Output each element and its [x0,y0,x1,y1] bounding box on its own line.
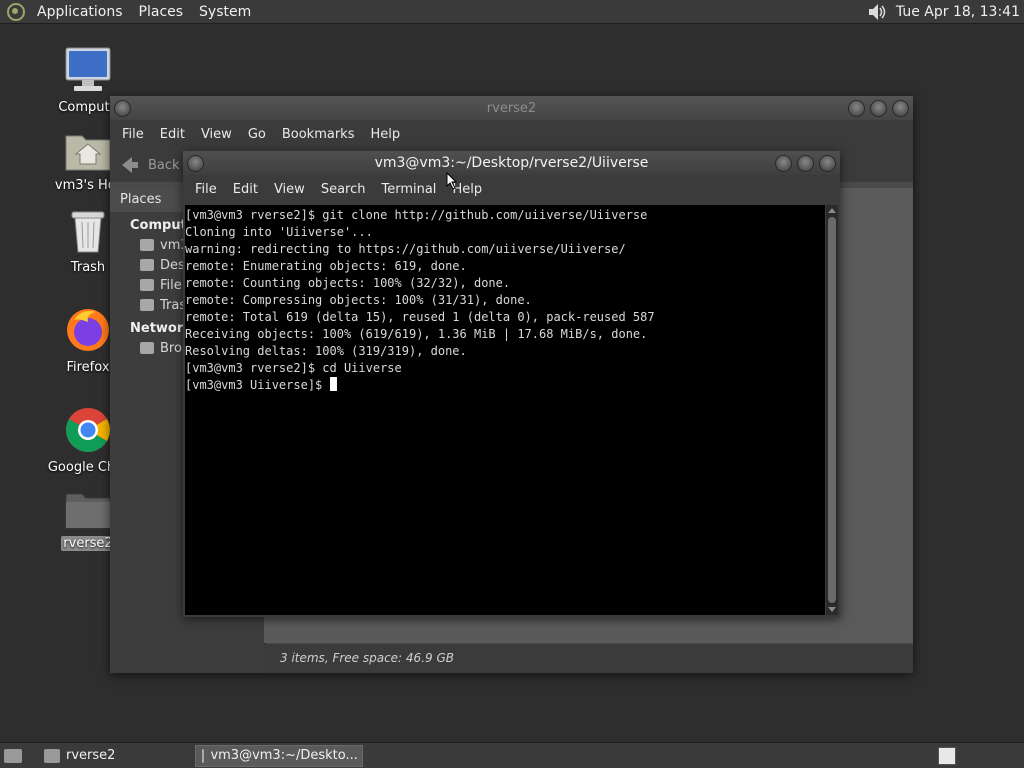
terminal-titlebar[interactable]: vm3@vm3:~/Desktop/rverse2/Uiiverse [183,151,840,175]
window-menu-button[interactable] [114,100,131,117]
terminal-line: remote: Counting objects: 100% (32/32), … [185,276,511,290]
desktop-icon-label: rverse2 [61,536,115,551]
panel-tray: Tue Apr 18, 13:41 [866,0,1024,24]
menu-system[interactable]: System [191,0,259,24]
maximize-button[interactable] [870,100,887,117]
speaker-icon[interactable] [866,1,888,23]
taskbar-item-terminal[interactable]: vm3@vm3:~/Deskto... [195,744,364,767]
scroll-up-arrow-icon[interactable] [828,208,836,213]
mouse-pointer-icon [446,172,458,190]
menu-terminal[interactable]: Terminal [373,182,444,197]
show-desktop-icon [4,748,22,763]
taskbar-item-rverse2[interactable]: rverse2 [38,745,121,767]
home-icon [140,239,154,251]
desktop-icon-label: Trash [70,260,106,275]
main-menu: Applications Places System [0,0,259,24]
terminal-line: Cloning into 'Uiiverse'... [185,225,373,239]
minimize-button[interactable] [848,100,865,117]
menu-view[interactable]: View [266,182,313,197]
scrollbar-thumb[interactable] [828,217,836,603]
desktop-icon-label: Firefox [66,360,110,375]
terminal-prompt-line: [vm3@vm3 Uiiverse]$ [185,377,825,394]
file-manager-menubar: File Edit View Go Bookmarks Help [110,120,913,148]
terminal-line: Resolving deltas: 100% (319/319), done. [185,344,467,358]
drive-icon [140,279,154,291]
folder-icon [44,748,60,763]
bottom-panel: rverse2 vm3@vm3:~/Deskto... [0,742,1024,768]
scroll-down-arrow-icon[interactable] [828,607,836,612]
taskbar-item-label: vm3@vm3:~/Deskto... [210,748,358,763]
status-bar: 3 items, Free space: 46.9 GB [264,644,913,673]
top-panel: Applications Places System Tue Apr 18, 1… [0,0,1024,24]
menu-file[interactable]: File [187,182,225,197]
trash-icon [140,299,154,311]
menu-search[interactable]: Search [313,182,374,197]
window-menu-button[interactable] [187,155,204,172]
terminal-prompt: [vm3@vm3 Uiiverse]$ [185,378,330,392]
back-label: Back [148,157,180,173]
computer-icon [43,46,133,98]
taskbar-item-label: rverse2 [66,748,116,763]
minimize-button[interactable] [775,155,792,172]
menu-help[interactable]: Help [362,127,408,142]
terminal-line: remote: Compressing objects: 100% (31/31… [185,293,532,307]
terminal-screen[interactable]: [vm3@vm3 rverse2]$ git clone http://gith… [185,205,825,615]
terminal-line: [vm3@vm3 rverse2]$ git clone http://gith… [185,208,648,222]
workspace-switcher[interactable] [938,746,956,765]
terminal-line: remote: Enumerating objects: 619, done. [185,259,467,273]
window-title: vm3@vm3:~/Desktop/rverse2/Uiiverse [374,155,649,171]
desktop-folder-icon [140,259,154,271]
show-desktop-button[interactable] [0,745,26,767]
menu-go[interactable]: Go [240,127,274,142]
back-button[interactable]: Back [120,155,180,175]
arrow-left-icon [122,157,138,173]
terminal-scrollbar[interactable] [826,205,838,615]
maximize-button[interactable] [797,155,814,172]
terminal-icon [202,748,205,763]
terminal-line: Receiving objects: 100% (619/619), 1.36 … [185,327,648,341]
menu-edit[interactable]: Edit [152,127,193,142]
menu-edit[interactable]: Edit [225,182,266,197]
sidebar-item-label: Des [160,257,185,273]
panel-clock[interactable]: Tue Apr 18, 13:41 [896,4,1024,20]
terminal-menubar: File Edit View Search Terminal Help [183,175,840,203]
sidebar-item-label: Bro [160,340,182,356]
file-manager-titlebar[interactable]: rverse2 [110,96,913,120]
terminal-window: vm3@vm3:~/Desktop/rverse2/Uiiverse File … [183,151,840,617]
terminal-line: warning: redirecting to https://github.c… [185,242,626,256]
menu-places[interactable]: Places [131,0,192,24]
sidebar-item-label: File [160,277,182,293]
network-icon [140,342,154,354]
distro-logo-icon[interactable] [7,2,25,21]
close-button[interactable] [892,100,909,117]
menu-bookmarks[interactable]: Bookmarks [274,127,363,142]
menu-applications[interactable]: Applications [29,0,131,24]
terminal-line: [vm3@vm3 rverse2]$ cd Uiiverse [185,361,402,375]
menu-view[interactable]: View [193,127,240,142]
terminal-line: remote: Total 619 (delta 15), reused 1 (… [185,310,655,324]
text-cursor [329,377,337,391]
window-title: rverse2 [486,100,537,116]
close-button[interactable] [819,155,836,172]
menu-file[interactable]: File [114,127,152,142]
